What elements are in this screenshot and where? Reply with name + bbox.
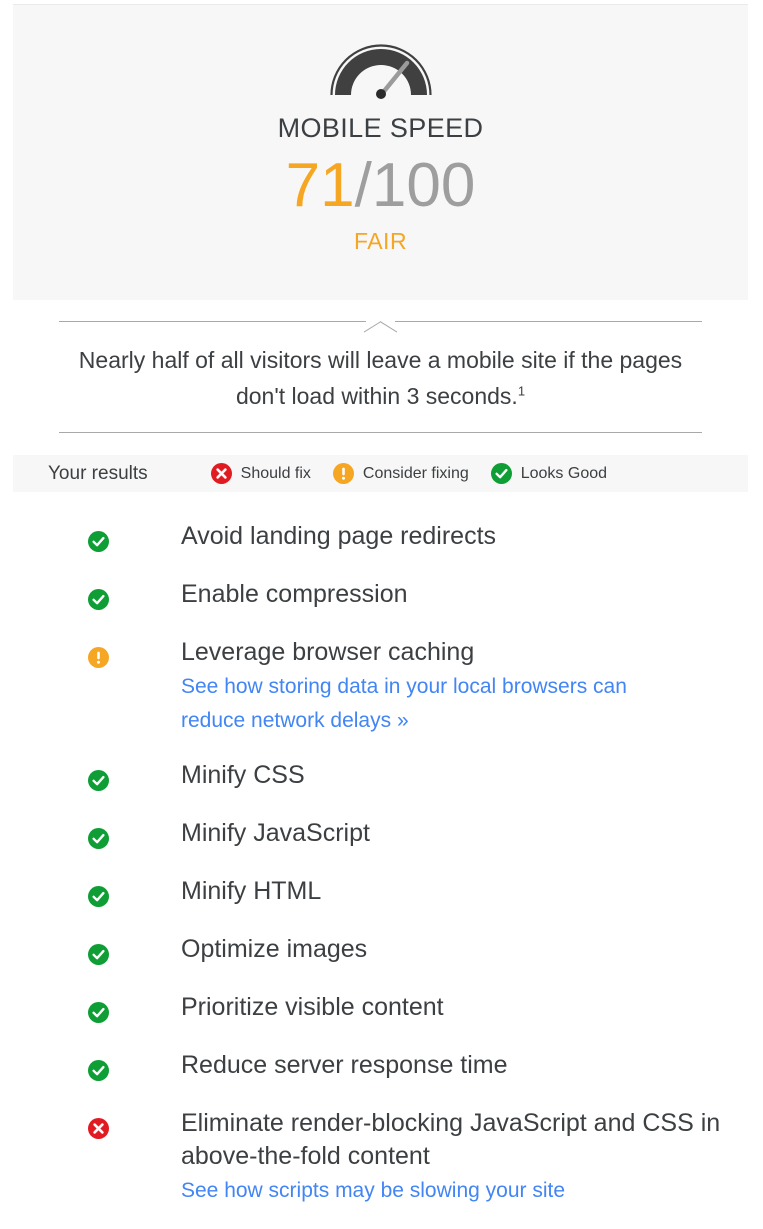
score-value: 71 bbox=[285, 151, 355, 220]
quote-block: Nearly half of all visitors will leave a… bbox=[59, 310, 702, 433]
result-title: Reduce server response time bbox=[181, 1051, 508, 1079]
score-max: 100 bbox=[371, 151, 476, 220]
speedometer-gauge-icon bbox=[13, 39, 748, 101]
result-body: Prioritize visible content bbox=[181, 991, 444, 1024]
legend-bar: Your results Should fix Consider fixing … bbox=[13, 455, 748, 492]
quote-top-rule bbox=[59, 310, 702, 333]
result-body: Avoid landing page redirects bbox=[181, 520, 496, 553]
result-row: Prioritize visible content bbox=[0, 991, 763, 1028]
success-circle-icon bbox=[88, 1049, 110, 1086]
legend-item-looks-good: Looks Good bbox=[490, 463, 608, 484]
result-title: Enable compression bbox=[181, 580, 408, 608]
result-row: Optimize images bbox=[0, 933, 763, 970]
result-title: Minify JavaScript bbox=[181, 819, 370, 847]
rule-notch-left bbox=[363, 321, 382, 333]
result-body: Enable compression bbox=[181, 578, 408, 611]
success-circle-icon bbox=[88, 933, 110, 970]
quote-text: Nearly half of all visitors will leave a… bbox=[78, 347, 683, 409]
success-circle-icon bbox=[88, 578, 110, 615]
error-circle-icon bbox=[210, 463, 232, 484]
legend-label-looks-good: Looks Good bbox=[520, 464, 608, 482]
rule-line-right bbox=[395, 321, 702, 322]
success-circle-icon bbox=[490, 463, 512, 484]
result-help-link[interactable]: See how scripts may be slowing your site bbox=[181, 1174, 681, 1208]
warning-circle-icon bbox=[88, 636, 110, 673]
score-readout: 71/100 bbox=[13, 150, 748, 222]
legend-label-should-fix: Should fix bbox=[240, 464, 311, 482]
result-title: Leverage browser caching bbox=[181, 638, 475, 666]
legend-item-consider-fixing: Consider fixing bbox=[332, 463, 469, 484]
result-title: Prioritize visible content bbox=[181, 993, 444, 1021]
success-circle-icon bbox=[88, 817, 110, 854]
error-circle-icon bbox=[88, 1107, 110, 1144]
result-title: Eliminate render-blocking JavaScript and… bbox=[181, 1109, 721, 1170]
result-body: Leverage browser caching See how storing … bbox=[181, 636, 681, 738]
result-row: Eliminate render-blocking JavaScript and… bbox=[0, 1107, 763, 1208]
rule-notch-right bbox=[379, 321, 398, 333]
score-separator: / bbox=[354, 151, 372, 220]
result-title: Optimize images bbox=[181, 935, 368, 963]
warning-circle-icon bbox=[332, 463, 354, 484]
score-label: MOBILE SPEED bbox=[277, 113, 484, 143]
result-row: Avoid landing page redirects bbox=[0, 520, 763, 557]
result-body: Eliminate render-blocking JavaScript and… bbox=[181, 1107, 763, 1208]
result-row: Reduce server response time bbox=[0, 1049, 763, 1086]
result-title: Minify HTML bbox=[181, 877, 322, 905]
legend-title: Your results bbox=[48, 462, 148, 484]
results-list: Avoid landing page redirects Enable compr… bbox=[0, 520, 763, 1229]
result-row: Minify HTML bbox=[0, 875, 763, 912]
result-row: Minify JavaScript bbox=[0, 817, 763, 854]
result-body: Minify CSS bbox=[181, 759, 305, 792]
legend-item-should-fix: Should fix bbox=[210, 463, 311, 484]
legend-label-consider-fixing: Consider fixing bbox=[362, 464, 469, 482]
result-body: Reduce server response time bbox=[181, 1049, 508, 1082]
quote-bottom-rule bbox=[59, 432, 702, 433]
score-panel: MOBILE SPEED 71/100 FAIR bbox=[13, 4, 748, 300]
result-title: Minify CSS bbox=[181, 761, 305, 789]
score-verdict: FAIR bbox=[353, 228, 408, 254]
success-circle-icon bbox=[88, 875, 110, 912]
result-body: Minify JavaScript bbox=[181, 817, 370, 850]
result-row: Enable compression bbox=[0, 578, 763, 615]
success-circle-icon bbox=[88, 991, 110, 1028]
result-body: Minify HTML bbox=[181, 875, 321, 908]
result-help-link[interactable]: See how storing data in your local brows… bbox=[181, 670, 681, 738]
result-body: Optimize images bbox=[181, 933, 367, 966]
quote-footnote-marker: 1 bbox=[517, 383, 526, 399]
result-row: Minify CSS bbox=[0, 759, 763, 796]
result-title: Avoid landing page redirects bbox=[181, 522, 497, 550]
success-circle-icon bbox=[88, 520, 110, 557]
mobile-speed-report: MOBILE SPEED 71/100 FAIR Nearly half of … bbox=[0, 0, 763, 1202]
success-circle-icon bbox=[88, 759, 110, 796]
legend-items: Should fix Consider fixing Looks Good bbox=[210, 463, 608, 484]
quote-text-wrapper: Nearly half of all visitors will leave a… bbox=[59, 342, 702, 414]
result-row: Leverage browser caching See how storing … bbox=[0, 636, 763, 738]
rule-line-left bbox=[59, 321, 366, 322]
